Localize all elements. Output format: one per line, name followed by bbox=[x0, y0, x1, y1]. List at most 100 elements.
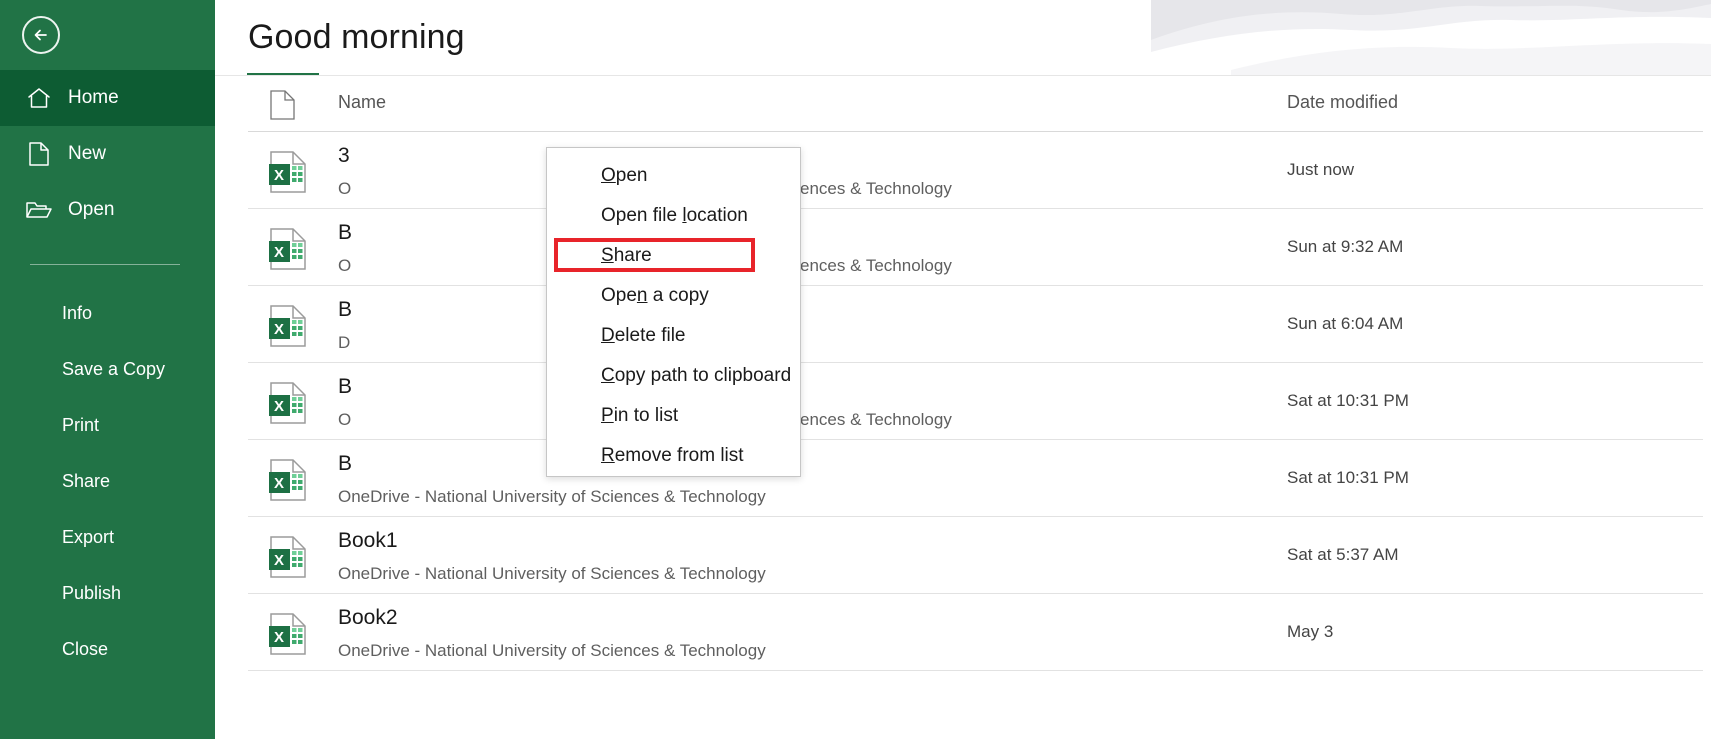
file-location: D bbox=[338, 333, 351, 352]
new-document-icon bbox=[26, 142, 52, 166]
table-row[interactable]: X B O Sun at 9:32 AM ences & Technology bbox=[248, 209, 1703, 286]
sidebar-item-print[interactable]: Print bbox=[0, 397, 215, 453]
table-row[interactable]: X 3 O Just now ences & Technology bbox=[248, 132, 1703, 209]
sidebar-item-label: Open bbox=[68, 199, 115, 220]
table-row[interactable]: X B O Sat at 10:31 PM ences & Technology bbox=[248, 363, 1703, 440]
excel-file-icon: X bbox=[268, 381, 308, 425]
sidebar-item-label: New bbox=[68, 143, 107, 164]
file-name: Book1 bbox=[338, 529, 398, 552]
file-location-suffix: ences & Technology bbox=[800, 410, 952, 429]
file-date-modified: Sun at 6:04 AM bbox=[1287, 314, 1404, 333]
context-menu-item-remove-from-list[interactable]: Remove from list bbox=[547, 436, 800, 476]
svg-text:X: X bbox=[274, 629, 284, 646]
file-context-menu[interactable]: Open Open file location Share Open a copy De… bbox=[546, 147, 801, 477]
sidebar-item-label: Export bbox=[62, 526, 115, 547]
context-menu-item-copy-path-to-clipboard[interactable]: Copy path to clipboard bbox=[547, 356, 800, 396]
sidebar-item-close[interactable]: Close bbox=[0, 621, 215, 677]
svg-text:X: X bbox=[274, 321, 284, 338]
back-arrow-circle-icon[interactable] bbox=[22, 16, 60, 54]
context-menu-item-label: Copy path to clipboard bbox=[601, 365, 792, 386]
file-name: Book2 bbox=[338, 606, 398, 629]
svg-text:X: X bbox=[274, 167, 284, 184]
table-row[interactable]: X Book2 OneDrive - National University of … bbox=[248, 594, 1703, 671]
sidebar-item-open[interactable]: Open bbox=[0, 182, 215, 238]
context-menu-item-open-file-location[interactable]: Open file location bbox=[547, 196, 800, 236]
sidebar-main-nav: Home New Open bbox=[0, 70, 215, 238]
context-menu-item-label: Open bbox=[601, 165, 648, 186]
file-name: B bbox=[338, 375, 353, 398]
file-date-modified: Sat at 5:37 AM bbox=[1287, 545, 1399, 564]
back-button-container bbox=[0, 0, 215, 70]
sidebar-item-label: Home bbox=[68, 87, 119, 108]
sidebar-item-label: Close bbox=[62, 638, 109, 659]
sidebar-divider bbox=[30, 264, 180, 265]
sidebar-item-share[interactable]: Share bbox=[0, 453, 215, 509]
file-location: OneDrive - National University of Scienc… bbox=[338, 564, 766, 583]
excel-file-icon: X bbox=[268, 304, 308, 348]
file-location: OneDrive - National University of Scienc… bbox=[338, 487, 766, 506]
main-content: Good morning Name Date modified X 3 O Just … bbox=[215, 0, 1711, 739]
context-menu-item-share[interactable]: Share bbox=[547, 236, 800, 276]
file-location: O bbox=[338, 179, 352, 198]
excel-backstage-window: Home New Open Info Save a Copy Print Share Exp… bbox=[0, 0, 1711, 739]
file-date-modified: Sun at 9:32 AM bbox=[1287, 237, 1404, 256]
context-menu-item-label: Share bbox=[601, 245, 652, 266]
context-menu-item-pin-to-list[interactable]: Pin to list bbox=[547, 396, 800, 436]
table-header-row: Name Date modified bbox=[248, 76, 1703, 132]
file-location: O bbox=[338, 410, 352, 429]
column-header-date-modified[interactable]: Date modified bbox=[1287, 92, 1398, 113]
excel-file-icon: X bbox=[268, 150, 308, 194]
file-name: B bbox=[338, 452, 353, 475]
table-row[interactable]: X B D Sun at 6:04 AM bbox=[248, 286, 1703, 363]
sidebar: Home New Open Info Save a Copy Print Share Exp… bbox=[0, 0, 215, 739]
sidebar-item-label: Info bbox=[62, 302, 93, 323]
sidebar-item-home[interactable]: Home bbox=[0, 70, 215, 126]
excel-file-icon: X bbox=[268, 612, 308, 656]
file-location-suffix: ences & Technology bbox=[800, 256, 952, 275]
file-date-modified: Sat at 10:31 PM bbox=[1287, 391, 1409, 410]
sidebar-item-save-a-copy[interactable]: Save a Copy bbox=[0, 341, 215, 397]
context-menu-items: Open Open file location Share Open a copy De… bbox=[547, 156, 800, 476]
page-title: Good morning bbox=[248, 18, 465, 56]
svg-text:X: X bbox=[274, 475, 284, 492]
table-row[interactable]: X B OneDrive - National University of Scie… bbox=[248, 440, 1703, 517]
context-menu-item-open[interactable]: Open bbox=[547, 156, 800, 196]
svg-text:X: X bbox=[274, 244, 284, 261]
home-icon bbox=[26, 87, 52, 109]
open-folder-icon bbox=[26, 200, 52, 220]
sidebar-item-export[interactable]: Export bbox=[0, 509, 215, 565]
sidebar-item-label: Share bbox=[62, 470, 111, 491]
greeting-row: Good morning bbox=[215, 0, 1711, 76]
excel-file-icon: X bbox=[268, 535, 308, 579]
file-date-modified: Just now bbox=[1287, 160, 1355, 179]
sidebar-sub-nav: Info Save a Copy Print Share Export Publish Cl… bbox=[0, 285, 215, 677]
file-location: OneDrive - National University of Scienc… bbox=[338, 641, 766, 660]
recent-files-table: Name Date modified X 3 O Just now ences & Te… bbox=[215, 76, 1711, 671]
context-menu-item-label: Open a copy bbox=[601, 285, 709, 306]
file-date-modified: Sat at 10:31 PM bbox=[1287, 468, 1409, 487]
table-row[interactable]: X Book1 OneDrive - National University of … bbox=[248, 517, 1703, 594]
file-location-suffix: ences & Technology bbox=[800, 179, 952, 198]
sidebar-item-new[interactable]: New bbox=[0, 126, 215, 182]
svg-text:X: X bbox=[274, 398, 284, 415]
excel-file-icon: X bbox=[268, 458, 308, 502]
context-menu-item-label: Remove from list bbox=[601, 445, 744, 466]
document-icon bbox=[270, 90, 295, 125]
sidebar-item-label: Publish bbox=[62, 582, 122, 603]
sidebar-item-label: Print bbox=[62, 414, 100, 435]
file-name: 3 bbox=[338, 144, 350, 167]
sidebar-item-publish[interactable]: Publish bbox=[0, 565, 215, 621]
sidebar-item-info[interactable]: Info bbox=[0, 285, 215, 341]
file-date-modified: May 3 bbox=[1287, 622, 1334, 641]
file-name: B bbox=[338, 298, 353, 321]
context-menu-item-delete-file[interactable]: Delete file bbox=[547, 316, 800, 356]
excel-file-icon: X bbox=[268, 227, 308, 271]
column-header-name[interactable]: Name bbox=[338, 92, 386, 113]
context-menu-item-open-a-copy[interactable]: Open a copy bbox=[547, 276, 800, 316]
context-menu-item-label: Delete file bbox=[601, 325, 686, 346]
file-rows-container: X 3 O Just now ences & Technology X B O Sun at 9… bbox=[215, 132, 1711, 671]
svg-text:X: X bbox=[274, 552, 284, 569]
file-location: O bbox=[338, 256, 352, 275]
context-menu-item-label: Pin to list bbox=[601, 405, 679, 426]
file-name: B bbox=[338, 221, 353, 244]
